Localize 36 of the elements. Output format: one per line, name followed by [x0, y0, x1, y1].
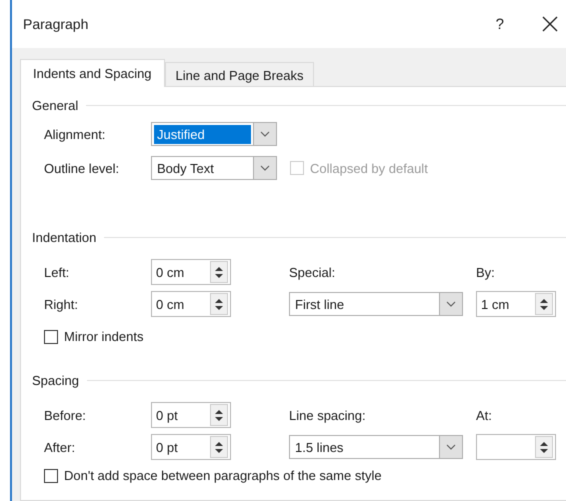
checkbox-label: Collapsed by default [310, 160, 428, 176]
section-title: General [32, 98, 78, 112]
tab[interactable]: Line and Page Breaks [164, 62, 314, 86]
checkbox[interactable] [44, 330, 58, 344]
section-title: Indentation [32, 230, 96, 244]
tab[interactable]: Indents and Spacing [20, 59, 165, 87]
checkbox-label: Don't add space between paragraphs of the same style [64, 468, 382, 483]
section-title: Spacing [32, 372, 79, 388]
chevron-down-icon [446, 301, 456, 307]
before-spinner[interactable]: 0 pt [151, 402, 231, 428]
after-spinner[interactable]: 0 pt [151, 434, 231, 460]
chevron-down-icon [260, 131, 270, 137]
field-label: At: [476, 408, 493, 422]
outline-level-dropdown[interactable]: Body Text [151, 156, 277, 180]
checkbox-label: Mirror indents [64, 329, 144, 344]
right-indent-spinner[interactable]: 0 cm [151, 291, 231, 317]
field-label: Before: [44, 408, 87, 422]
field-label: After: [44, 440, 76, 454]
left-indent-spinner[interactable]: 0 cm [151, 259, 231, 285]
field-label: By: [476, 264, 496, 280]
field-label: Outline level: [44, 160, 120, 176]
special-dropdown[interactable]: First line [289, 292, 463, 316]
by-spinner[interactable]: 1 cm [476, 291, 556, 317]
close-icon[interactable] [542, 16, 558, 32]
chevron-down-icon [260, 165, 270, 171]
window-title: Paragraph [23, 16, 88, 32]
field-label: Line spacing: [289, 408, 367, 422]
help-button[interactable]: ? [494, 16, 506, 32]
line-spacing-dropdown[interactable]: 1.5 lines [289, 435, 463, 459]
field-label: Right: [44, 296, 79, 312]
field-label: Special: [289, 264, 336, 280]
checkbox[interactable] [44, 468, 58, 482]
alignment-dropdown[interactable]: Justified [151, 122, 277, 146]
field-label: Alignment: [44, 126, 106, 142]
chevron-down-icon [446, 444, 456, 450]
field-label: Left: [44, 264, 70, 280]
